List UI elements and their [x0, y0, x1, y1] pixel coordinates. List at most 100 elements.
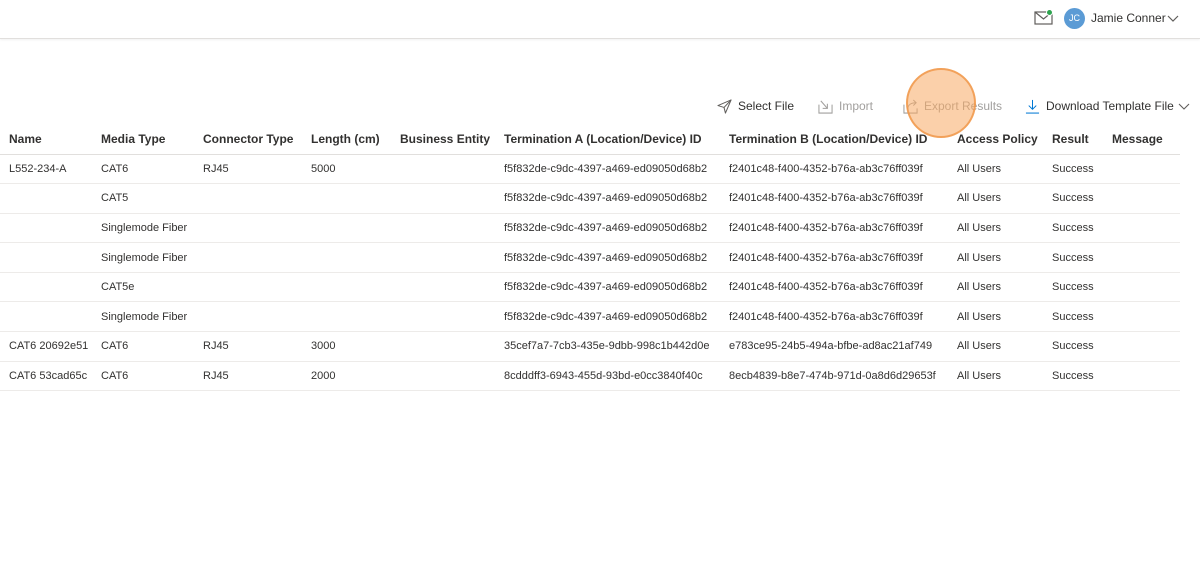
- cell-result: Success: [1043, 213, 1103, 244]
- cell-name: CAT6 20692e51: [0, 331, 92, 362]
- user-name[interactable]: Jamie Conner: [1091, 11, 1166, 25]
- table-row[interactable]: Singlemode Fiber f5f832de-c9dc-4397-a469-…: [0, 213, 1180, 244]
- cell-connector-type: RJ45: [194, 331, 302, 362]
- column-header-name[interactable]: Name: [0, 124, 92, 155]
- cell-name: L552-234-A: [0, 154, 92, 185]
- download-icon: [1025, 99, 1040, 114]
- cell-termination-a: f5f832de-c9dc-4397-a469-ed09050d68b2: [495, 242, 720, 273]
- cell-media-type: Singlemode Fiber: [92, 213, 194, 244]
- cell-termination-b: f2401c48-f400-4352-b76a-ab3c76ff039f: [720, 154, 948, 185]
- cell-media-type: CAT6: [92, 331, 194, 362]
- cell-access-policy: All Users: [948, 213, 1043, 244]
- cell-result: Success: [1043, 272, 1103, 303]
- cell-message: [1103, 183, 1180, 214]
- send-icon: [717, 98, 732, 114]
- cell-business-entity: [391, 183, 495, 214]
- cell-access-policy: All Users: [948, 361, 1043, 392]
- cell-message: [1103, 301, 1180, 333]
- avatar[interactable]: JC: [1064, 8, 1085, 29]
- cell-length: [302, 272, 391, 303]
- select-file-label: Select File: [738, 99, 795, 113]
- cell-termination-a: 8cdddff3-6943-455d-93bd-e0cc3840f40c: [495, 361, 720, 392]
- cell-connector-type: [194, 301, 302, 333]
- cell-termination-b: f2401c48-f400-4352-b76a-ab3c76ff039f: [720, 272, 948, 303]
- cell-result: Success: [1043, 361, 1103, 392]
- cell-business-entity: [391, 331, 495, 362]
- table-row[interactable]: CAT5e f5f832de-c9dc-4397-a469-ed09050d68b…: [0, 272, 1180, 303]
- column-header-access-policy[interactable]: Access Policy: [948, 124, 1043, 155]
- cell-length: [302, 213, 391, 244]
- cell-connector-type: RJ45: [194, 154, 302, 185]
- cell-termination-a: f5f832de-c9dc-4397-a469-ed09050d68b2: [495, 272, 720, 303]
- cell-termination-b: f2401c48-f400-4352-b76a-ab3c76ff039f: [720, 183, 948, 214]
- cell-termination-b: f2401c48-f400-4352-b76a-ab3c76ff039f: [720, 301, 948, 333]
- cell-length: 2000: [302, 361, 391, 392]
- column-header-business-entity[interactable]: Business Entity: [391, 124, 495, 155]
- cell-business-entity: [391, 301, 495, 333]
- cell-name: [0, 301, 92, 333]
- cell-result: Success: [1043, 183, 1103, 214]
- column-header-message[interactable]: Message: [1103, 124, 1180, 155]
- column-header-connector-type[interactable]: Connector Type: [194, 124, 302, 155]
- cell-termination-b: f2401c48-f400-4352-b76a-ab3c76ff039f: [720, 242, 948, 273]
- cell-message: [1103, 272, 1180, 303]
- cell-name: [0, 183, 92, 214]
- column-header-media-type[interactable]: Media Type: [92, 124, 194, 155]
- cell-media-type: CAT6: [92, 154, 194, 185]
- cell-media-type: CAT5: [92, 183, 194, 214]
- cell-access-policy: All Users: [948, 183, 1043, 214]
- chevron-down-icon[interactable]: [1167, 13, 1179, 23]
- cell-access-policy: All Users: [948, 301, 1043, 333]
- table-row[interactable]: CAT6 20692e51 CAT6 RJ45 3000 35cef7a7-7cb3-4…: [0, 331, 1180, 362]
- cell-connector-type: [194, 213, 302, 244]
- import-icon: [818, 100, 833, 114]
- cell-length: [302, 242, 391, 273]
- column-header-result[interactable]: Result: [1043, 124, 1103, 155]
- cell-name: CAT6 53cad65c: [0, 361, 92, 392]
- cell-message: [1103, 331, 1180, 362]
- cell-termination-a: f5f832de-c9dc-4397-a469-ed09050d68b2: [495, 301, 720, 333]
- column-header-termination-b[interactable]: Termination B (Location/Device) ID: [720, 124, 948, 155]
- cell-access-policy: All Users: [948, 331, 1043, 362]
- top-bar: JC Jamie Conner: [0, 0, 1200, 39]
- cell-media-type: Singlemode Fiber: [92, 242, 194, 273]
- table-row[interactable]: CAT5 f5f832de-c9dc-4397-a469-ed09050d68b2…: [0, 183, 1180, 214]
- cell-access-policy: All Users: [948, 242, 1043, 273]
- cell-termination-a: f5f832de-c9dc-4397-a469-ed09050d68b2: [495, 213, 720, 244]
- cell-access-policy: All Users: [948, 154, 1043, 185]
- cell-business-entity: [391, 272, 495, 303]
- column-header-length[interactable]: Length (cm): [302, 124, 391, 155]
- cell-length: [302, 301, 391, 333]
- cell-termination-b: 8ecb4839-b8e7-474b-971d-0a8d6d29653f: [720, 361, 948, 392]
- cell-connector-type: [194, 272, 302, 303]
- cell-media-type: CAT5e: [92, 272, 194, 303]
- cell-name: [0, 213, 92, 244]
- cell-result: Success: [1043, 242, 1103, 273]
- cell-business-entity: [391, 154, 495, 185]
- table-row[interactable]: Singlemode Fiber f5f832de-c9dc-4397-a469-…: [0, 242, 1180, 273]
- cell-connector-type: RJ45: [194, 361, 302, 392]
- cell-message: [1103, 154, 1180, 185]
- download-template-button[interactable]: Download Template File: [1025, 95, 1190, 117]
- cell-result: Success: [1043, 301, 1103, 333]
- cell-access-policy: All Users: [948, 272, 1043, 303]
- cell-name: [0, 242, 92, 273]
- table-row[interactable]: Singlemode Fiber f5f832de-c9dc-4397-a469-…: [0, 301, 1180, 333]
- export-results-label: Export Results: [924, 99, 1003, 113]
- cell-media-type: Singlemode Fiber: [92, 301, 194, 333]
- table-row[interactable]: CAT6 53cad65c CAT6 RJ45 2000 8cdddff3-6943-4…: [0, 361, 1180, 392]
- cell-length: 5000: [302, 154, 391, 185]
- export-results-button[interactable]: Export Results: [903, 95, 1002, 117]
- import-button[interactable]: Import: [818, 95, 873, 117]
- cell-message: [1103, 213, 1180, 244]
- cell-connector-type: [194, 242, 302, 273]
- import-label: Import: [839, 99, 874, 113]
- download-template-label: Download Template File: [1046, 99, 1174, 113]
- table-header-row: Name Media Type Connector Type Length (c…: [0, 124, 1180, 155]
- table-row[interactable]: L552-234-A CAT6 RJ45 5000 f5f832de-c9dc-4397…: [0, 154, 1180, 185]
- cell-length: 3000: [302, 331, 391, 362]
- column-header-termination-a[interactable]: Termination A (Location/Device) ID: [495, 124, 720, 155]
- cell-termination-a: f5f832de-c9dc-4397-a469-ed09050d68b2: [495, 183, 720, 214]
- select-file-button[interactable]: Select File: [717, 95, 794, 117]
- cell-media-type: CAT6: [92, 361, 194, 392]
